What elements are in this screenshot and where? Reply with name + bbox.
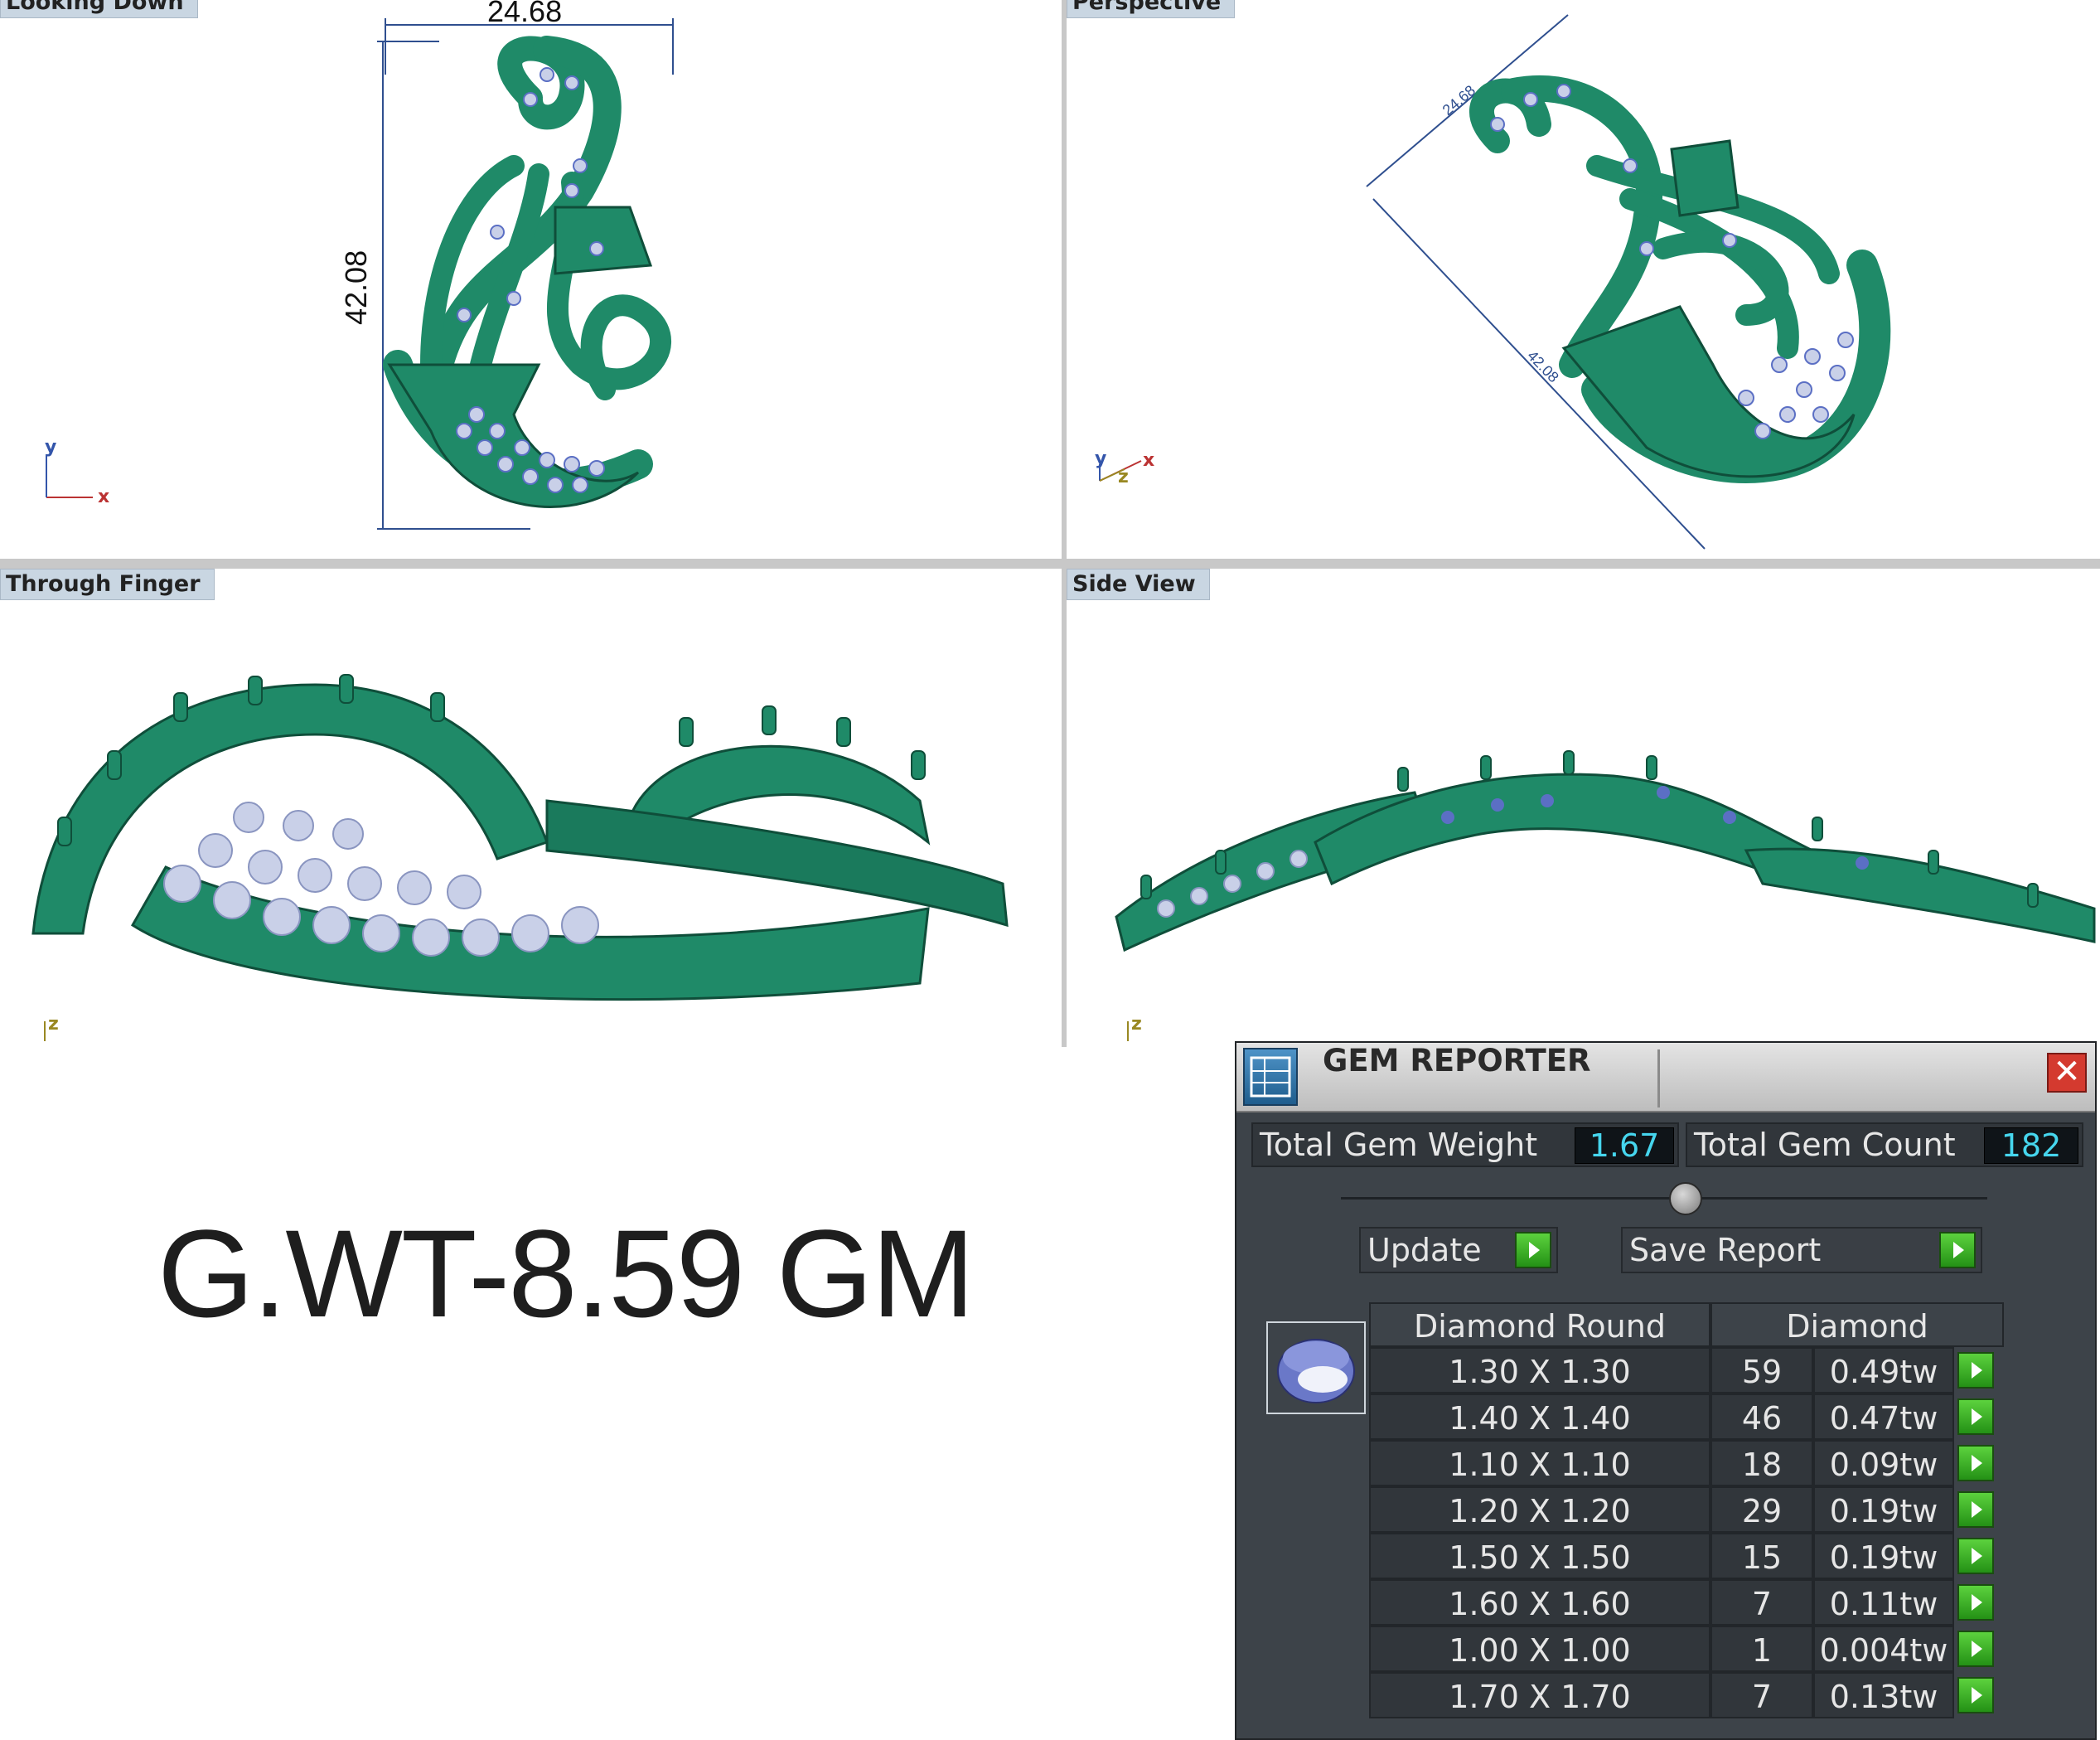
gem-reporter-app-icon (1243, 1048, 1298, 1106)
total-gem-count-value: 182 (1984, 1127, 2078, 1164)
panel-splitter-track (1341, 1197, 1987, 1200)
gem-weight-cell: 0.11tw (1813, 1579, 1954, 1626)
update-play-icon[interactable] (1515, 1232, 1551, 1268)
gem-weight-cell: 0.09tw (1813, 1440, 1954, 1486)
viewport-looking-down[interactable]: Looking Down 24.68 42.08 y x (0, 0, 1062, 559)
row-play-icon[interactable] (1957, 1677, 1994, 1713)
axis-y-label: y (45, 437, 56, 458)
gross-weight-caption: G.WT-8.59 GM (157, 1204, 975, 1343)
save-report-play-icon[interactable] (1939, 1232, 1976, 1268)
gem-weight-cell: 0.004tw (1813, 1626, 1954, 1672)
pendant-side-center (1314, 773, 1815, 886)
diamond-round-thumbnail[interactable] (1266, 1321, 1366, 1414)
viewport-perspective[interactable]: Perspective 24.68 42.08 y z x (1067, 0, 2100, 559)
gem-size-cell: 1.10 X 1.10 (1369, 1440, 1710, 1486)
close-icon[interactable]: ✕ (2047, 1053, 2087, 1093)
save-report-button-label: Save Report (1629, 1232, 1822, 1268)
update-button-label: Update (1367, 1232, 1482, 1268)
total-gem-count-field: Total Gem Count 182 (1686, 1122, 2083, 1167)
gem-count-cell: 1 (1710, 1626, 1813, 1672)
gem-count-cell: 59 (1710, 1347, 1813, 1393)
gem-count-cell: 29 (1710, 1486, 1813, 1533)
dimension-width: 24.68 (487, 0, 562, 28)
pendant-bell (1670, 139, 1740, 217)
gem-size-cell: 1.50 X 1.50 (1369, 1533, 1710, 1579)
pendant-top-view: 24.68 42.08 y x (45, 0, 674, 530)
row-play-icon[interactable] (1957, 1491, 1994, 1528)
gem-weight-cell: 0.19tw (1813, 1486, 1954, 1533)
gem-reporter-title: GEM REPORTER (1323, 1043, 1591, 1078)
axis-z-label: z (1118, 467, 1129, 487)
row-play-icon[interactable] (1957, 1352, 1994, 1389)
gem-count-cell: 18 (1710, 1440, 1813, 1486)
row-play-icon[interactable] (1957, 1631, 1994, 1667)
gem-weight-cell: 0.49tw (1813, 1347, 1954, 1393)
viewport-through-finger[interactable]: Through Finger z (0, 569, 1062, 1047)
dimension-height: 42.08 (1524, 347, 1562, 385)
pendant-bell (554, 206, 653, 275)
titlebar-separator (1657, 1049, 1660, 1107)
total-gem-weight-value: 1.67 (1575, 1127, 1674, 1164)
gem-reporter-titlebar[interactable]: GEM REPORTER ✕ (1236, 1043, 2095, 1112)
column-header-shape: Diamond Round (1369, 1302, 1710, 1347)
axis-y-label: y (1095, 448, 1106, 469)
gem-size-cell: 1.00 X 1.00 (1369, 1626, 1710, 1672)
round-diamond-icon (1277, 1339, 1355, 1403)
gem-size-cell: 1.40 X 1.40 (1369, 1393, 1710, 1440)
viewport-divider-horizontal[interactable] (0, 559, 2100, 569)
pendant-band-back (545, 799, 1009, 928)
row-play-icon[interactable] (1957, 1398, 1994, 1435)
pendant-side-view: z (1115, 750, 2096, 1041)
axis-x-label: x (1143, 450, 1154, 471)
pendant-front-view: z (31, 674, 1009, 1041)
gem-reporter-panel: GEM REPORTER ✕ Total Gem Weight 1.67 Tot… (1235, 1041, 2097, 1740)
total-gem-weight-label: Total Gem Weight (1260, 1127, 1538, 1163)
gem-weight-cell: 0.13tw (1813, 1672, 1954, 1718)
pendant-side-right (1744, 847, 2096, 943)
panel-splitter-knob[interactable] (1669, 1182, 1702, 1215)
gem-size-cell: 1.20 X 1.20 (1369, 1486, 1710, 1533)
axis-z-label: z (1131, 1014, 1142, 1035)
column-header-material: Diamond (1710, 1302, 2004, 1347)
gem-size-cell: 1.70 X 1.70 (1369, 1672, 1710, 1718)
axis-x-label: x (98, 487, 109, 507)
gem-weight-cell: 0.19tw (1813, 1533, 1954, 1579)
row-play-icon[interactable] (1957, 1584, 1994, 1621)
gem-size-cell: 1.30 X 1.30 (1369, 1347, 1710, 1393)
viewport-side-view[interactable]: Side View z (1067, 569, 2100, 1047)
save-report-button[interactable]: Save Report (1621, 1227, 1982, 1273)
pendant-perspective-view: 24.68 42.08 y z x (1095, 14, 1891, 550)
row-play-icon[interactable] (1957, 1445, 1994, 1481)
total-gem-weight-field: Total Gem Weight 1.67 (1251, 1122, 1679, 1167)
row-play-icon[interactable] (1957, 1538, 1994, 1574)
axis-z-label: z (48, 1014, 59, 1035)
dimension-height: 42.08 (339, 250, 373, 325)
gem-count-cell: 7 (1710, 1672, 1813, 1718)
gem-count-cell: 15 (1710, 1533, 1813, 1579)
report-grid-icon (1250, 1056, 1291, 1098)
gem-weight-cell: 0.47tw (1813, 1393, 1954, 1440)
gem-size-cell: 1.60 X 1.60 (1369, 1579, 1710, 1626)
update-button[interactable]: Update (1359, 1227, 1558, 1273)
gem-count-cell: 7 (1710, 1579, 1813, 1626)
gem-count-cell: 46 (1710, 1393, 1813, 1440)
total-gem-count-label: Total Gem Count (1694, 1127, 1956, 1163)
